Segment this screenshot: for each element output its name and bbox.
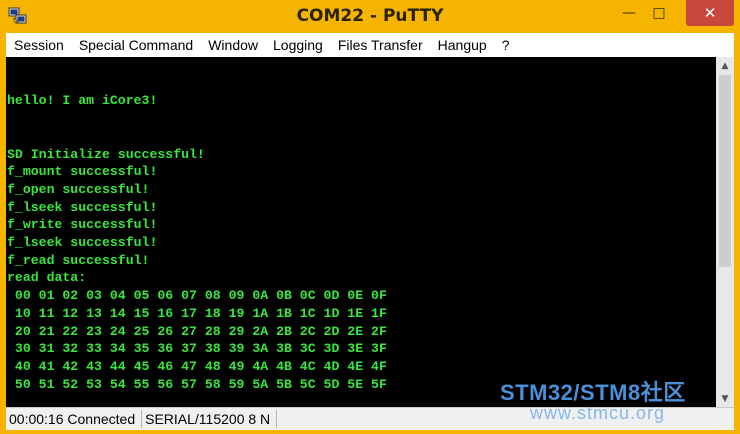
minimize-icon: —: [622, 5, 636, 21]
close-button[interactable]: ✕: [686, 0, 734, 26]
title-bar[interactable]: COM22 - PuTTY — □ ✕: [0, 0, 740, 33]
scrollbar-thumb[interactable]: [719, 75, 731, 267]
terminal-line: SD Initialize successful!: [7, 146, 205, 162]
menu-files-transfer[interactable]: Files Transfer: [330, 37, 430, 53]
serial-settings: SERIAL/115200 8 N: [142, 410, 278, 428]
maximize-icon: □: [652, 5, 666, 21]
scroll-up-icon[interactable]: ▲: [716, 57, 734, 74]
terminal-line: read data:: [7, 270, 87, 286]
terminal-line: 00 01 02 03 04 05 06 07 08 09 0A 0B 0C 0…: [7, 288, 387, 304]
terminal-line: 10 11 12 13 14 15 16 17 18 19 1A 1B 1C 1…: [7, 305, 387, 321]
terminal-line: f_write successful!: [7, 217, 158, 233]
terminal-line: 20 21 22 23 24 25 26 27 28 29 2A 2B 2C 2…: [7, 323, 387, 339]
terminal-line: f_lseek successful!: [7, 235, 158, 251]
putty-window: COM22 - PuTTY — □ ✕ Session Special Comm…: [0, 0, 740, 434]
terminal-line: f_mount successful!: [7, 164, 158, 180]
terminal-line: f_open successful!: [7, 181, 150, 197]
terminal-line: 40 41 42 43 44 45 46 47 48 49 4A 4B 4C 4…: [7, 358, 387, 374]
terminal-line: 30 31 32 33 34 35 36 37 38 39 3A 3B 3C 3…: [7, 341, 387, 357]
vertical-scrollbar[interactable]: ▲ ▼: [716, 57, 734, 407]
menu-session[interactable]: Session: [6, 37, 71, 53]
minimize-button[interactable]: —: [614, 0, 644, 26]
terminal-line: hello! I am iCore3!: [7, 93, 158, 109]
menu-logging[interactable]: Logging: [265, 37, 330, 53]
watermark-url: www.stmcu.org: [530, 403, 666, 423]
connection-status: 00:00:16 Connected: [6, 410, 143, 428]
menu-window[interactable]: Window: [200, 37, 265, 53]
close-icon: ✕: [703, 4, 717, 22]
terminal-line: f_read successful!: [7, 252, 150, 268]
menu-hangup[interactable]: Hangup: [430, 37, 494, 53]
menu-special-command[interactable]: Special Command: [71, 37, 200, 53]
menu-bar: Session Special Command Window Logging F…: [6, 33, 734, 58]
menu-help[interactable]: ?: [494, 37, 517, 53]
watermark: STM32/STM8社区 www.stmcu.org: [500, 375, 736, 425]
terminal-screen[interactable]: hello! I am iCore3! SD Initialize succes…: [6, 57, 716, 407]
terminal-output: hello! I am iCore3! SD Initialize succes…: [6, 57, 716, 393]
terminal-line: f_lseek successful!: [7, 199, 158, 215]
maximize-button[interactable]: □: [644, 0, 674, 26]
